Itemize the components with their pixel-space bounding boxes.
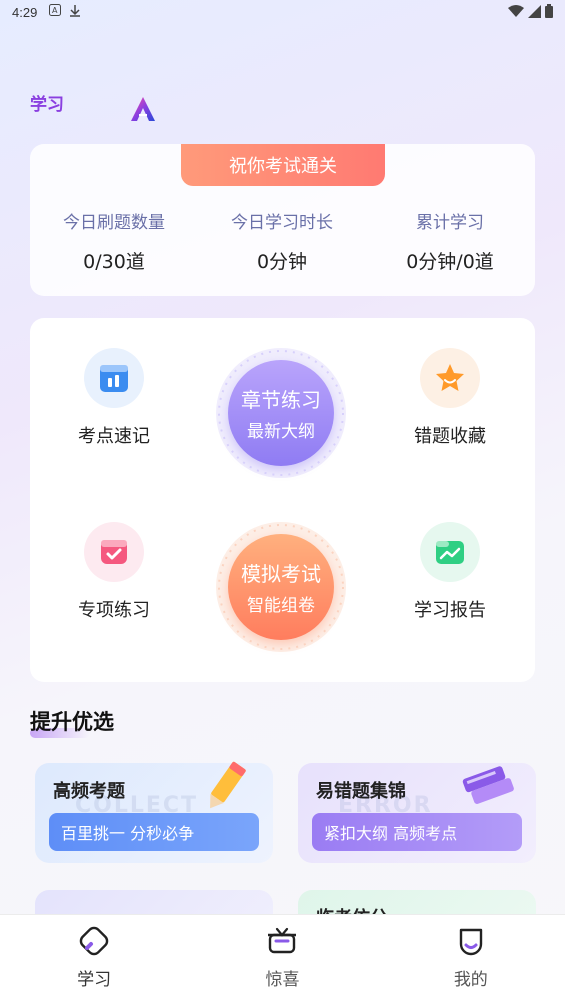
nav-item-surprise[interactable]: 惊喜 xyxy=(188,915,376,1004)
promo-card-error-collection[interactable]: ERROR 易错题集锦 紧扣大纲 高频考点 xyxy=(298,763,536,863)
stat-value: 0分钟 xyxy=(256,251,308,273)
menu-item-wrong-collection[interactable]: 错题收藏 xyxy=(380,348,520,448)
menu-label: 错题收藏 xyxy=(414,426,486,447)
battery-icon xyxy=(545,4,553,22)
chart-icon xyxy=(420,522,480,582)
stat-today-time: 今日学习时长 0分钟 xyxy=(198,208,366,274)
stat-today-questions: 今日刷题数量 0/30道 xyxy=(30,208,198,274)
stat-value: 0/30道 xyxy=(83,251,145,273)
menu-item-special-practice[interactable]: 专项练习 xyxy=(44,522,184,622)
nav-item-study[interactable]: 学习 xyxy=(0,915,188,1004)
nav-label: 学习 xyxy=(77,970,112,990)
promo-card-high-frequency[interactable]: COLLECT 高频考题 百里挑一 分秒必争 xyxy=(35,761,273,863)
app-logo xyxy=(130,96,156,122)
promo-title: 高频考题 xyxy=(53,781,125,802)
promo-title: 易错题集锦 xyxy=(316,781,406,802)
gift-box-icon xyxy=(266,925,298,961)
mock-exam-button[interactable]: 模拟考试 智能组卷 xyxy=(216,522,346,652)
stats-banner: 祝你考试通关 xyxy=(181,144,385,186)
download-icon xyxy=(69,4,81,21)
nav-item-mine[interactable]: 我的 xyxy=(377,915,565,1004)
menu-label: 考点速记 xyxy=(78,426,150,447)
nav-label: 惊喜 xyxy=(265,970,300,990)
promo-tag: 紧扣大纲 高频考点 xyxy=(312,813,522,851)
status-bar: 4:29 A xyxy=(0,0,565,24)
stat-value: 0分钟/0道 xyxy=(406,251,494,273)
menu-item-study-report[interactable]: 学习报告 xyxy=(380,522,520,622)
notebook-icon xyxy=(84,348,144,408)
pencil-icon xyxy=(78,925,110,961)
chapter-practice-button[interactable]: 章节练习 最新大纲 xyxy=(216,348,346,478)
pencil-icon xyxy=(195,761,255,817)
wifi-icon xyxy=(508,4,524,22)
stat-label: 今日学习时长 xyxy=(231,213,333,233)
menu-label: 专项练习 xyxy=(78,600,150,621)
nav-label: 我的 xyxy=(453,970,488,990)
profile-icon xyxy=(455,925,487,961)
section-title: 提升优选 xyxy=(30,710,114,734)
checkmark-folder-icon xyxy=(84,522,144,582)
status-time: 4:29 xyxy=(12,4,38,20)
stat-label: 今日刷题数量 xyxy=(63,213,165,233)
signal-icon xyxy=(528,4,541,22)
bottom-nav: 学习 惊喜 我的 xyxy=(0,914,565,1004)
stat-total: 累计学习 0分钟/0道 xyxy=(366,208,534,274)
app-notification-icon: A xyxy=(49,4,62,20)
promo-tag: 百里挑一 分秒必争 xyxy=(49,813,259,851)
stat-label: 累计学习 xyxy=(416,213,484,233)
menu-label: 学习报告 xyxy=(414,600,486,621)
study-stats-card: 祝你考试通关 今日刷题数量 0/30道 今日学习时长 0分钟 累计学习 0分钟/… xyxy=(30,144,535,296)
menu-item-key-points[interactable]: 考点速记 xyxy=(44,348,184,448)
page-title: 学习 xyxy=(30,95,64,115)
svg-text:A: A xyxy=(52,6,58,15)
star-icon xyxy=(420,348,480,408)
books-icon xyxy=(458,761,520,817)
study-menu-card: 考点速记 章节练习 最新大纲 错题收藏 专项练习 模拟考试 智能组卷 学习报告 xyxy=(30,318,535,682)
